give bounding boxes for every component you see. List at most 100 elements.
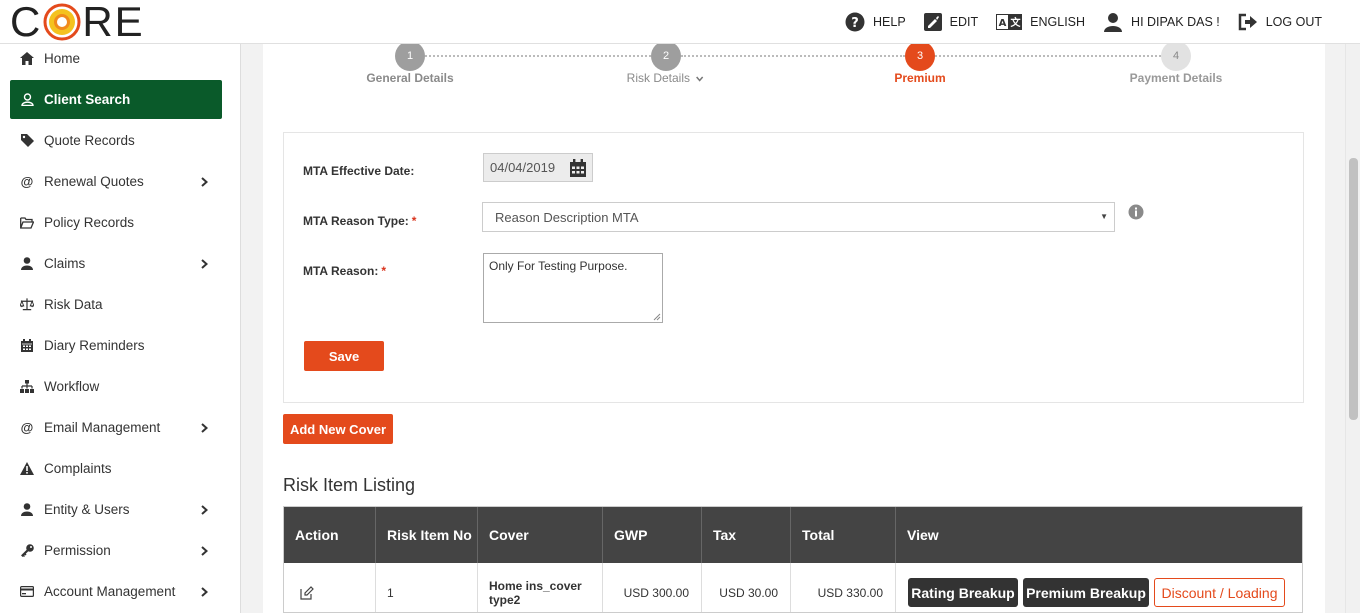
rating-breakup-button[interactable]: Rating Breakup xyxy=(908,578,1018,607)
help-link[interactable]: ? HELP xyxy=(845,12,906,32)
page-scrollbar[interactable] xyxy=(1345,44,1360,613)
sidebar-item-label: Account Management xyxy=(44,584,176,599)
column-header-total: Total xyxy=(791,507,896,563)
svg-text:?: ? xyxy=(851,16,859,31)
mta-reason-type-label: MTA Reason Type: * xyxy=(303,214,416,228)
sidebar-item-label: Quote Records xyxy=(44,133,135,148)
mta-reason-value: Only For Testing Purpose. xyxy=(489,259,628,273)
user-greeting: HI DIPAK DAS ! xyxy=(1131,15,1220,29)
user-icon xyxy=(20,257,34,271)
chevron-right-icon xyxy=(201,422,208,433)
select-caret-icon: ▼ xyxy=(1100,212,1108,221)
sidebar-item-label: Renewal Quotes xyxy=(44,174,144,189)
sidebar-item-label: Diary Reminders xyxy=(44,338,145,353)
sidebar-item-permission[interactable]: Permission xyxy=(10,531,222,570)
sidebar-item-email-management[interactable]: @ Email Management xyxy=(10,408,222,447)
premium-breakup-button[interactable]: Premium Breakup xyxy=(1023,578,1149,607)
sidebar-item-client-search[interactable]: Client Search xyxy=(10,80,222,119)
help-icon: ? xyxy=(845,12,865,32)
help-label: HELP xyxy=(873,15,906,29)
sidebar-item-workflow[interactable]: Workflow xyxy=(10,367,222,406)
sidebar-item-diary-reminders[interactable]: Diary Reminders xyxy=(10,326,222,365)
sidebar-item-account-management[interactable]: Account Management xyxy=(10,572,222,611)
mta-reason-label: MTA Reason: * xyxy=(303,264,386,278)
risk-item-no-cell: 1 xyxy=(376,563,478,612)
edit-icon xyxy=(923,13,942,31)
sidebar-item-claims[interactable]: Claims xyxy=(10,244,222,283)
mta-reason-type-select[interactable]: Reason Description MTA ▼ xyxy=(482,202,1115,232)
content-gutter-right xyxy=(1325,44,1345,613)
sidebar-item-label: Entity & Users xyxy=(44,502,130,517)
sidebar-item-label: Client Search xyxy=(44,92,131,107)
scrollbar-thumb[interactable] xyxy=(1349,158,1358,420)
edit-label: EDIT xyxy=(949,15,979,29)
sidebar-item-quote-records[interactable]: Quote Records xyxy=(10,121,222,160)
required-asterisk: * xyxy=(411,214,417,228)
sidebar: Home Client Search Quote Records @ Renew… xyxy=(0,44,241,613)
stepper-connector xyxy=(935,55,1161,57)
tag-icon xyxy=(20,134,34,148)
stepper-connector xyxy=(425,55,651,57)
sidebar-item-renewal-quotes[interactable]: @ Renewal Quotes xyxy=(10,162,222,201)
sidebar-item-label: Policy Records xyxy=(44,215,135,230)
language-selector[interactable]: A 文 ENGLISH xyxy=(996,14,1085,30)
mta-effective-date-input[interactable]: 04/04/2019 xyxy=(483,153,593,182)
total-cell: USD 330.00 xyxy=(791,563,896,612)
step-4-label[interactable]: Payment Details xyxy=(1130,71,1223,85)
sidebar-item-label: Permission xyxy=(44,543,111,558)
logout-icon xyxy=(1238,13,1257,31)
risk-item-table: Action Risk Item No Cover GWP Tax Total … xyxy=(283,506,1303,613)
sitemap-icon xyxy=(20,380,34,394)
add-new-cover-button[interactable]: Add New Cover xyxy=(283,414,393,444)
chevron-right-icon xyxy=(201,176,208,187)
step-3-label[interactable]: Premium xyxy=(894,71,945,85)
user-icon xyxy=(1104,13,1123,32)
sidebar-item-label: Email Management xyxy=(44,420,161,435)
home-icon xyxy=(20,52,34,66)
key-icon xyxy=(20,544,34,558)
step-2-label[interactable]: Risk Details xyxy=(627,71,704,85)
step-4-circle[interactable]: 4 xyxy=(1161,41,1191,71)
info-icon[interactable] xyxy=(1128,204,1144,220)
sidebar-item-policy-records[interactable]: Policy Records xyxy=(10,203,222,242)
logout-link[interactable]: LOG OUT xyxy=(1238,13,1322,31)
sidebar-item-entity-users[interactable]: Entity & Users xyxy=(10,490,222,529)
edit-icon[interactable] xyxy=(300,586,314,600)
step-2-circle[interactable]: 2 xyxy=(651,41,681,71)
step-1-circle[interactable]: 1 xyxy=(395,41,425,71)
user-icon xyxy=(20,503,34,517)
mta-effective-date-label-text: MTA Effective Date: xyxy=(303,164,415,178)
edit-link[interactable]: EDIT xyxy=(923,13,979,31)
chevron-right-icon xyxy=(201,586,208,597)
save-button[interactable]: Save xyxy=(304,341,384,371)
svg-text:文: 文 xyxy=(1011,16,1022,29)
calendar-icon[interactable] xyxy=(570,159,586,177)
sidebar-item-complaints[interactable]: Complaints xyxy=(10,449,222,488)
user-menu[interactable]: HI DIPAK DAS ! xyxy=(1103,12,1220,32)
logo-sun-icon xyxy=(43,3,81,41)
mta-reason-textarea[interactable]: Only For Testing Purpose. xyxy=(483,253,663,323)
calendar-icon xyxy=(20,339,34,353)
cover-cell: Home ins_cover type2 xyxy=(478,563,603,612)
discount-loading-button[interactable]: Discount / Loading xyxy=(1154,578,1285,607)
risk-item-listing-title: Risk Item Listing xyxy=(283,475,416,495)
chevron-right-icon xyxy=(201,545,208,556)
sidebar-item-risk-data[interactable]: Risk Data xyxy=(10,285,222,324)
warning-icon xyxy=(20,462,34,476)
resize-grip-icon[interactable] xyxy=(653,313,661,321)
sidebar-item-home[interactable]: Home xyxy=(10,44,222,78)
translate-icon: A 文 xyxy=(996,14,1023,30)
logo-letter-c: C xyxy=(10,0,43,45)
step-1-label[interactable]: General Details xyxy=(366,71,453,85)
sidebar-item-label: Risk Data xyxy=(44,297,103,312)
folder-open-icon xyxy=(20,216,34,230)
column-header-cover: Cover xyxy=(478,507,603,563)
core-logo[interactable]: C RE xyxy=(10,0,145,45)
step-3-circle[interactable]: 3 xyxy=(905,41,935,71)
mta-effective-date-label: MTA Effective Date: xyxy=(303,164,414,178)
at-icon: @ xyxy=(20,420,34,435)
required-asterisk: * xyxy=(381,264,387,278)
column-header-view: View xyxy=(907,527,939,543)
step-2-label-text: Risk Details xyxy=(626,71,691,85)
mta-reason-type-label-text: MTA Reason Type: xyxy=(303,214,409,228)
